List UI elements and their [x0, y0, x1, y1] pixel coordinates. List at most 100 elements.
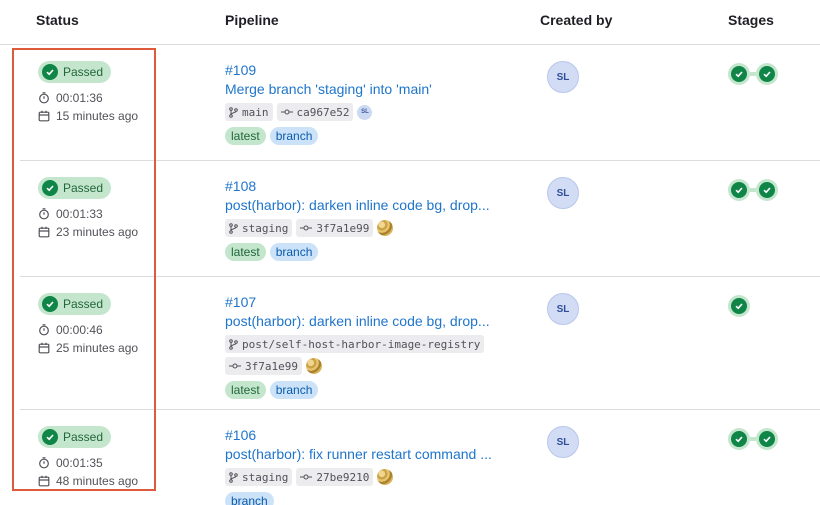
table-row: Passed 00:01:36 15 minutes ago #109 Merg… — [20, 45, 820, 161]
status-cell: Passed 00:01:36 15 minutes ago — [38, 61, 138, 124]
pipeline-title-link[interactable]: post(harbor): darken inline code bg, dro… — [225, 195, 510, 215]
latest-label: latest — [225, 127, 266, 145]
status-badge[interactable]: Passed — [38, 293, 112, 315]
commit-ref[interactable]: 3f7a1e99 — [225, 357, 302, 375]
branch-name: post/self-host-harbor-image-registry — [242, 337, 481, 351]
status-cell: Passed 00:01:33 23 minutes ago — [38, 177, 138, 240]
branch-ref[interactable]: main — [225, 103, 273, 121]
pipeline-title-link[interactable]: post(harbor): darken inline code bg, dro… — [225, 311, 510, 331]
branch-name: main — [242, 105, 269, 119]
finished-value: 23 minutes ago — [56, 225, 139, 239]
table-header: Status Pipeline Created by Stages — [0, 0, 820, 45]
header-pipeline: Pipeline — [225, 12, 279, 28]
duration: 00:01:33 — [38, 206, 138, 222]
branch-icon — [229, 338, 238, 350]
finished-time: 25 minutes ago — [38, 340, 138, 356]
avatar[interactable]: SL — [547, 61, 579, 93]
commit-author-avatar[interactable] — [305, 358, 322, 374]
check-circle-icon — [42, 180, 58, 196]
timer-icon — [39, 92, 49, 104]
header-status: Status — [36, 12, 79, 28]
duration-value: 00:01:36 — [56, 91, 103, 105]
commit-author-avatar[interactable] — [377, 469, 394, 485]
branch-ref[interactable]: staging — [225, 219, 293, 237]
stage-passed-icon[interactable] — [756, 63, 778, 85]
stage-passed-icon[interactable] — [756, 179, 778, 201]
commit-icon — [300, 225, 313, 231]
finished-value: 48 minutes ago — [56, 474, 139, 488]
branch-label: branch — [225, 492, 274, 505]
branch-label: branch — [269, 381, 319, 399]
calendar-icon — [38, 342, 50, 354]
calendar-icon — [38, 475, 50, 487]
status-cell: Passed 00:00:46 25 minutes ago — [38, 293, 138, 356]
stages-cell — [728, 295, 750, 317]
duration: 00:00:46 — [38, 322, 138, 338]
stage-passed-icon[interactable] — [728, 179, 750, 201]
commit-ref[interactable]: 27be9210 — [296, 468, 374, 486]
avatar[interactable]: SL — [547, 293, 579, 325]
commit-ref[interactable]: 3f7a1e99 — [296, 219, 374, 237]
commit-icon — [229, 363, 241, 369]
calendar-icon — [38, 226, 50, 238]
branch-ref[interactable]: staging — [225, 468, 293, 486]
calendar-icon — [38, 110, 50, 122]
finished-time: 15 minutes ago — [38, 108, 138, 124]
pipeline-cell: #109 Merge branch 'staging' into 'main' … — [225, 61, 525, 145]
finished-time: 23 minutes ago — [38, 224, 138, 240]
commit-author-avatar[interactable]: SL — [357, 104, 373, 120]
status-badge[interactable]: Passed — [38, 177, 112, 199]
created-by-cell: SL — [547, 426, 579, 458]
created-by-cell: SL — [547, 293, 579, 325]
check-circle-icon — [42, 296, 58, 312]
stage-passed-icon[interactable] — [728, 295, 750, 317]
duration: 00:01:36 — [38, 90, 138, 106]
header-created-by: Created by — [540, 12, 613, 28]
commit-ref[interactable]: ca967e52 — [276, 103, 354, 121]
duration: 00:01:35 — [38, 455, 138, 471]
branch-ref[interactable]: post/self-host-harbor-image-registry — [225, 335, 485, 353]
stage-passed-icon[interactable] — [728, 63, 750, 85]
timer-icon — [39, 208, 49, 220]
branch-label: branch — [269, 243, 319, 261]
branch-icon — [229, 222, 238, 234]
commit-author-avatar[interactable] — [377, 220, 394, 236]
duration-value: 00:01:33 — [56, 207, 103, 221]
pipeline-title-link[interactable]: post(harbor): fix runner restart command… — [225, 444, 510, 464]
status-badge[interactable]: Passed — [38, 426, 112, 448]
branch-name: staging — [242, 470, 289, 484]
pipeline-cell: #108 post(harbor): darken inline code bg… — [225, 177, 525, 261]
status-label: Passed — [63, 297, 104, 311]
pipeline-id-link[interactable]: #109 — [225, 61, 525, 79]
stages-cell — [728, 179, 778, 201]
pipeline-cell: #107 post(harbor): darken inline code bg… — [225, 293, 525, 399]
pipeline-title-link[interactable]: Merge branch 'staging' into 'main' — [225, 79, 510, 99]
branch-icon — [229, 471, 238, 483]
status-label: Passed — [63, 430, 104, 444]
finished-value: 15 minutes ago — [56, 109, 139, 123]
avatar[interactable]: SL — [547, 426, 579, 458]
stage-passed-icon[interactable] — [728, 428, 750, 450]
header-stages: Stages — [728, 12, 774, 28]
finished-value: 25 minutes ago — [56, 341, 139, 355]
pipeline-cell: #106 post(harbor): fix runner restart co… — [225, 426, 525, 505]
pipeline-id-link[interactable]: #107 — [225, 293, 525, 311]
table-row: Passed 00:01:33 23 minutes ago #108 post… — [20, 161, 820, 277]
branch-name: staging — [242, 221, 289, 235]
commit-icon — [300, 474, 313, 480]
commit-sha: 27be9210 — [316, 470, 370, 484]
created-by-cell: SL — [547, 61, 579, 93]
latest-label: latest — [225, 381, 266, 399]
commit-sha: ca967e52 — [296, 105, 350, 119]
pipeline-id-link[interactable]: #108 — [225, 177, 525, 195]
finished-time: 48 minutes ago — [38, 473, 138, 489]
commit-sha: 3f7a1e99 — [245, 359, 298, 373]
table-row: Passed 00:01:35 48 minutes ago #106 post… — [20, 410, 820, 505]
duration-value: 00:00:46 — [56, 323, 103, 337]
status-badge[interactable]: Passed — [38, 61, 112, 83]
stage-passed-icon[interactable] — [756, 428, 778, 450]
avatar[interactable]: SL — [547, 177, 579, 209]
pipeline-id-link[interactable]: #106 — [225, 426, 525, 444]
status-label: Passed — [63, 181, 104, 195]
stages-cell — [728, 63, 778, 85]
